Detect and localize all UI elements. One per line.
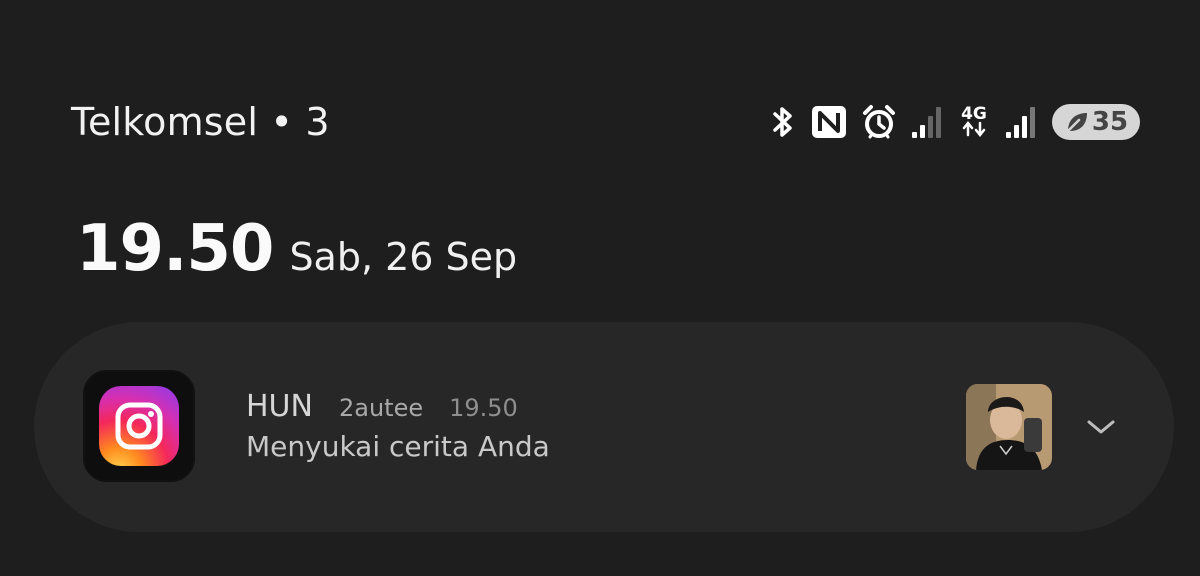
notification-message: Menyukai cerita Anda	[246, 430, 550, 463]
expand-button[interactable]	[1084, 410, 1118, 444]
4g-data-icon: 4G	[958, 104, 990, 137]
battery-percent: 35	[1091, 107, 1129, 137]
clock-date[interactable]: Sab, 26 Sep	[289, 233, 517, 281]
instagram-icon	[99, 386, 179, 466]
signal-icon	[1004, 104, 1038, 140]
chevron-down-icon	[1087, 420, 1115, 434]
network-type-label: 4G	[961, 104, 987, 124]
bluetooth-icon	[770, 104, 796, 140]
alarm-icon	[862, 104, 896, 140]
notification-time: 19.50	[449, 394, 518, 422]
carrier-label: Telkomsel • 3	[71, 100, 330, 144]
clock-time[interactable]: 19.50	[76, 213, 274, 285]
battery-indicator: 35	[1052, 104, 1140, 140]
story-thumbnail[interactable]	[966, 384, 1052, 470]
status-icons: 4G 35	[770, 100, 1140, 144]
notification-sender: HUN	[246, 389, 313, 424]
app-icon-frame	[83, 370, 195, 482]
nfc-icon	[810, 104, 848, 140]
battery-saver-icon	[1066, 113, 1087, 133]
signal-icon	[910, 104, 944, 140]
notification-header: HUN 2autee 19.50	[246, 389, 518, 424]
clock-row: 19.50 Sab, 26 Sep	[76, 213, 517, 285]
notification-account: 2autee	[338, 394, 424, 422]
